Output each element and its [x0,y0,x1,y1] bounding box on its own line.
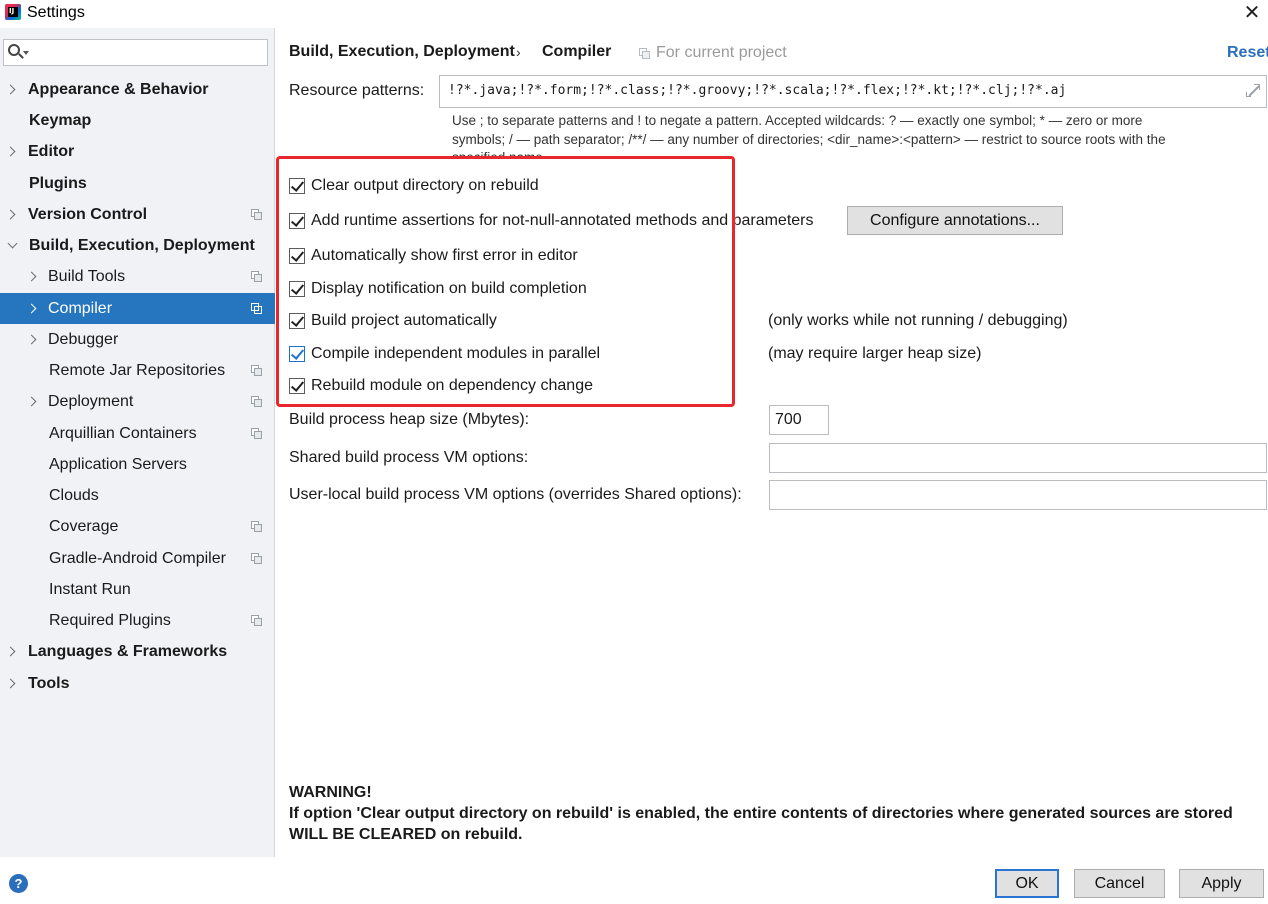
build-automatically-note: (only works while not running / debuggin… [768,312,1068,329]
project-scope-icon [251,553,262,564]
sidebar-item-label: Languages & Frameworks [28,643,228,660]
sidebar-item-label: Keymap [29,112,92,129]
apply-button[interactable]: Apply [1179,869,1264,898]
breadcrumb-separator: › [516,44,521,60]
sidebar-item-label: Plugins [29,175,87,192]
compile-parallel-note: (may require larger heap size) [768,345,982,362]
project-scope-icon [251,521,262,532]
sidebar-item-clouds[interactable]: Clouds [0,480,275,511]
sidebar-item-label: Application Servers [49,456,187,473]
warning-title: WARNING! [289,784,372,801]
sidebar-item-build-execution-deployment[interactable]: Build, Execution, Deployment [0,230,275,261]
project-scope-icon [251,428,262,439]
sidebar-item-label: Editor [28,143,75,160]
user-vm-options-label: User-local build process VM options (ove… [289,486,742,503]
highlight-box [276,156,735,407]
hint-line: Use ; to separate patterns and ! to nega… [452,113,1143,128]
configure-annotations-button[interactable]: Configure annotations... [847,206,1063,235]
sidebar-item-application-servers[interactable]: Application Servers [0,449,275,480]
cancel-button[interactable]: Cancel [1074,869,1165,898]
sidebar-item-editor[interactable]: Editor [0,136,275,167]
sidebar-item-languages-frameworks[interactable]: Languages & Frameworks [0,636,275,667]
sidebar-item-appearance-behavior[interactable]: Appearance & Behavior [0,74,275,105]
chevron-right-icon[interactable] [7,74,17,105]
window-title: Settings [27,4,85,21]
breadcrumb-parent[interactable]: Build, Execution, Deployment [289,43,515,65]
search-input[interactable] [32,42,264,63]
project-scope-icon [251,271,262,282]
sidebar-item-label: Required Plugins [49,612,171,629]
reset-link[interactable]: Reset [1227,44,1268,62]
sidebar-item-gradle-android-compiler[interactable]: Gradle-Android Compiler [0,543,275,574]
warning-message: WARNING! If option 'Clear output directo… [289,782,1259,845]
sidebar-item-label: Build, Execution, Deployment [29,237,255,254]
shared-vm-options-field[interactable] [769,443,1267,473]
search-icon [8,44,20,56]
sidebar-item-label: Build Tools [48,268,126,285]
resource-patterns-value: !?*.java;!?*.form;!?*.class;!?*.groovy;!… [448,83,1067,98]
sidebar-item-instant-run[interactable]: Instant Run [0,574,275,605]
settings-search[interactable] [3,39,268,66]
hint-line: symbols; / — path separator; /**/ — any … [452,132,1166,147]
warning-line: WILL BE CLEARED on rebuild. [289,826,523,843]
resource-patterns-label: Resource patterns: [289,82,425,99]
project-scope-icon [251,396,262,407]
sidebar-item-label: Coverage [49,518,119,535]
sidebar-item-arquillian-containers[interactable]: Arquillian Containers [0,418,275,449]
sidebar-item-label: Clouds [49,487,99,504]
intellij-icon: IJ [5,4,21,20]
settings-sidebar: Appearance & Behavior Keymap Editor Plug… [0,28,275,857]
chevron-right-icon[interactable] [28,386,38,417]
heap-size-label: Build process heap size (Mbytes): [289,411,530,428]
project-scope-icon [251,615,262,626]
heap-size-field[interactable]: 700 [769,405,829,435]
sidebar-item-remote-jar-repositories[interactable]: Remote Jar Repositories [0,355,275,386]
sidebar-item-label: Debugger [48,331,119,348]
sidebar-item-label: Instant Run [49,581,131,598]
chevron-right-icon[interactable] [28,293,38,324]
sidebar-item-label: Appearance & Behavior [28,81,209,98]
sidebar-item-required-plugins[interactable]: Required Plugins [0,605,275,636]
expand-icon[interactable] [1246,84,1260,98]
page-title: Compiler [542,43,612,60]
warning-line: If option 'Clear output directory on reb… [289,805,1233,822]
sidebar-item-compiler[interactable]: Compiler [0,293,275,324]
project-scope-icon [639,48,650,59]
help-button[interactable]: ? [9,874,28,893]
sidebar-item-label: Compiler [48,300,113,317]
sidebar-item-build-tools[interactable]: Build Tools [0,261,275,292]
heap-size-value: 700 [775,411,802,428]
chevron-right-icon[interactable] [7,668,17,699]
sidebar-item-deployment[interactable]: Deployment [0,386,275,417]
project-scope-icon [251,303,262,314]
chevron-down-icon[interactable] [9,230,19,261]
project-scope-icon [251,209,262,220]
chevron-right-icon[interactable] [7,199,17,230]
sidebar-item-tools[interactable]: Tools [0,668,275,699]
shared-vm-options-label: Shared build process VM options: [289,449,529,466]
sidebar-item-label: Gradle-Android Compiler [49,550,226,567]
chevron-right-icon[interactable] [7,636,17,667]
sidebar-item-label: Deployment [48,393,134,410]
sidebar-item-version-control[interactable]: Version Control [0,199,275,230]
title-bar: IJ Settings ✕ [0,0,1268,28]
sidebar-item-keymap[interactable]: Keymap [0,105,275,136]
user-vm-options-field[interactable] [769,480,1267,510]
sidebar-item-plugins[interactable]: Plugins [0,168,275,199]
sidebar-item-label: Tools [28,675,70,692]
ok-button[interactable]: OK [995,869,1059,898]
project-scope-icon [251,365,262,376]
scope-note: For current project [656,44,787,61]
chevron-down-icon [23,51,29,55]
sidebar-item-debugger[interactable]: Debugger [0,324,275,355]
chevron-right-icon[interactable] [28,261,38,292]
sidebar-item-label: Version Control [28,206,148,223]
sidebar-item-label: Arquillian Containers [49,425,197,442]
sidebar-item-label: Remote Jar Repositories [49,362,226,379]
chevron-right-icon[interactable] [7,136,17,167]
sidebar-item-coverage[interactable]: Coverage [0,511,275,542]
resource-patterns-field[interactable]: !?*.java;!?*.form;!?*.class;!?*.groovy;!… [439,75,1267,108]
close-icon[interactable]: ✕ [1238,0,1266,26]
chevron-right-icon[interactable] [28,324,38,355]
